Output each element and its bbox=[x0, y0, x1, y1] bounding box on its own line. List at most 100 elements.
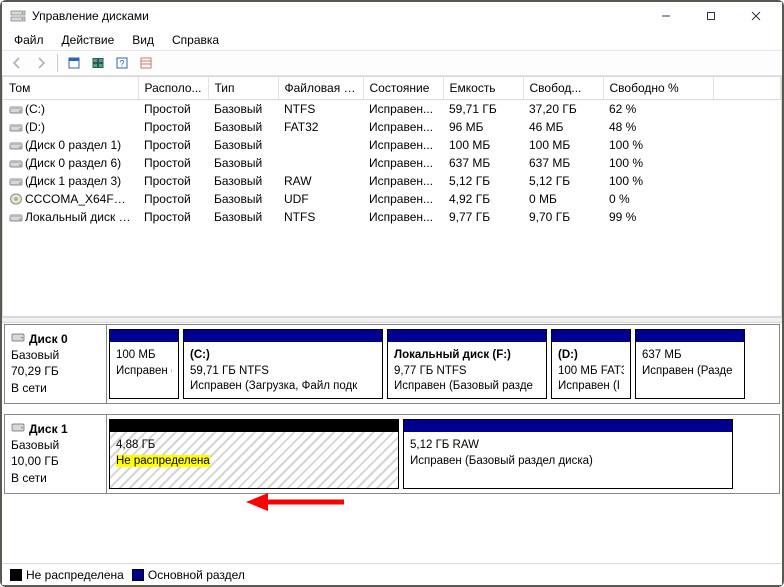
partition-primary[interactable]: 637 МБИсправен (Разде bbox=[635, 329, 745, 399]
cell-freepct: 100 % bbox=[603, 136, 713, 154]
maximize-button[interactable] bbox=[688, 3, 733, 29]
partition-stripe bbox=[110, 420, 398, 432]
partition-size: 5,12 ГБ RAW bbox=[410, 438, 726, 454]
splitter[interactable] bbox=[2, 317, 782, 323]
cell-type: Базовый bbox=[208, 118, 278, 136]
partition-size: 100 МБ bbox=[116, 348, 172, 364]
back-button[interactable] bbox=[6, 52, 28, 74]
cell-type: Базовый bbox=[208, 136, 278, 154]
disk-row: Диск 1Базовый10,00 ГБВ сети4,88 ГБНе рас… bbox=[4, 414, 780, 494]
cell-freepct: 0 % bbox=[603, 190, 713, 208]
volume-name: (Диск 0 раздел 1) bbox=[25, 138, 121, 152]
properties-button[interactable] bbox=[87, 52, 109, 74]
menu-file[interactable]: Файл bbox=[6, 31, 52, 49]
cell-type: Базовый bbox=[208, 190, 278, 208]
drive-icon bbox=[9, 121, 23, 133]
col-layout[interactable]: Располо... bbox=[138, 77, 208, 100]
cell-capacity: 96 МБ bbox=[443, 118, 523, 136]
disk-header[interactable]: Диск 0Базовый70,29 ГБВ сети bbox=[5, 325, 107, 403]
volume-name: (D:) bbox=[25, 120, 45, 134]
partition-stripe bbox=[404, 420, 732, 432]
table-row[interactable]: (Диск 1 раздел 3)ПростойБазовыйRAWИсправ… bbox=[3, 172, 781, 190]
partition-primary[interactable]: Локальный диск (F:)9,77 ГБ NTFSИсправен … bbox=[387, 329, 547, 399]
disk-icon bbox=[11, 331, 25, 347]
disk-name: Диск 1 bbox=[29, 421, 68, 437]
col-free[interactable]: Свобод... bbox=[523, 77, 603, 100]
partition-stripe bbox=[388, 330, 546, 342]
menu-help[interactable]: Справка bbox=[164, 31, 227, 49]
minimize-button[interactable] bbox=[643, 3, 688, 29]
col-spacer bbox=[713, 77, 781, 100]
cell-status: Исправен... bbox=[363, 172, 443, 190]
table-row[interactable]: (Диск 0 раздел 1)ПростойБазовыйИсправен.… bbox=[3, 136, 781, 154]
cell-status: Исправен... bbox=[363, 100, 443, 119]
menu-action[interactable]: Действие bbox=[54, 31, 123, 49]
refresh-button[interactable] bbox=[63, 52, 85, 74]
partition-status: Исправен (I bbox=[558, 380, 620, 392]
drive-icon bbox=[9, 103, 23, 115]
cell-status: Исправен... bbox=[363, 136, 443, 154]
cell-capacity: 637 МБ bbox=[443, 154, 523, 172]
table-row[interactable]: CCCOMA_X64FRE...ПростойБазовыйUDFИсправе… bbox=[3, 190, 781, 208]
table-header-row: Том Располо... Тип Файловая с... Состоян… bbox=[3, 77, 781, 100]
legend-primary: Основной раздел bbox=[132, 568, 245, 582]
partition-primary[interactable]: (C:)59,71 ГБ NTFSИсправен (Загрузка, Фай… bbox=[183, 329, 383, 399]
col-volume[interactable]: Том bbox=[3, 77, 138, 100]
window-controls bbox=[643, 3, 778, 29]
cell-capacity: 59,71 ГБ bbox=[443, 100, 523, 119]
partition-status: Исправен (Загрузка, Файл подк bbox=[190, 380, 357, 392]
partition-stripe bbox=[184, 330, 382, 342]
separator bbox=[57, 54, 58, 72]
partition-primary[interactable]: (D:)100 МБ FAT3Исправен (I bbox=[551, 329, 631, 399]
cell-status: Исправен... bbox=[363, 118, 443, 136]
menu-view[interactable]: Вид bbox=[124, 31, 162, 49]
cell-status: Исправен... bbox=[363, 190, 443, 208]
disks-area: Диск 0Базовый70,29 ГБВ сети100 МБИсправе… bbox=[2, 324, 782, 494]
disk-partitions: 4,88 ГБНе распределена5,12 ГБ RAWИсправе… bbox=[107, 415, 779, 493]
table-row[interactable]: Локальный диск (...ПростойБазовыйNTFSИсп… bbox=[3, 208, 781, 226]
cell-type: Базовый bbox=[208, 208, 278, 226]
cell-fs: NTFS bbox=[278, 208, 363, 226]
disk-state: В сети bbox=[11, 380, 100, 396]
partition-primary[interactable]: 5,12 ГБ RAWИсправен (Базовый раздел диск… bbox=[403, 419, 733, 489]
cell-freepct: 99 % bbox=[603, 208, 713, 226]
cell-free: 637 МБ bbox=[523, 154, 603, 172]
table-empty-area[interactable] bbox=[3, 226, 781, 316]
forward-button[interactable] bbox=[30, 52, 52, 74]
partition-unallocated[interactable]: 4,88 ГБНе распределена bbox=[109, 419, 399, 489]
cell-capacity: 4,92 ГБ bbox=[443, 190, 523, 208]
partition-primary[interactable]: 100 МБИсправен (I bbox=[109, 329, 179, 399]
partition-size: 9,77 ГБ NTFS bbox=[394, 364, 540, 380]
cell-free: 37,20 ГБ bbox=[523, 100, 603, 119]
drive-icon bbox=[9, 211, 23, 223]
partition-status: Исправен (Базовый раздел диска) bbox=[410, 455, 593, 467]
legend: Не распределена Основной раздел bbox=[2, 563, 782, 585]
col-capacity[interactable]: Емкость bbox=[443, 77, 523, 100]
col-type[interactable]: Тип bbox=[208, 77, 278, 100]
cell-capacity: 100 МБ bbox=[443, 136, 523, 154]
disk-size: 70,29 ГБ bbox=[11, 363, 100, 379]
list-button[interactable] bbox=[135, 52, 157, 74]
disk-name: Диск 0 bbox=[29, 331, 68, 347]
cell-layout: Простой bbox=[138, 208, 208, 226]
partition-title: (D:) bbox=[558, 348, 624, 364]
help-button[interactable]: ? bbox=[111, 52, 133, 74]
drive-icon bbox=[9, 175, 23, 187]
close-button[interactable] bbox=[733, 3, 778, 29]
table-row[interactable]: (C:)ПростойБазовыйNTFSИсправен...59,71 Г… bbox=[3, 100, 781, 119]
cell-freepct: 100 % bbox=[603, 172, 713, 190]
col-freepct[interactable]: Свободно % bbox=[603, 77, 713, 100]
partition-size: 4,88 ГБ bbox=[116, 438, 392, 454]
titlebar: Управление дисками bbox=[2, 2, 782, 30]
table-row[interactable]: (Диск 0 раздел 6)ПростойБазовыйИсправен.… bbox=[3, 154, 781, 172]
cell-layout: Простой bbox=[138, 172, 208, 190]
cell-free: 5,12 ГБ bbox=[523, 172, 603, 190]
partition-status: Исправен (I bbox=[116, 365, 172, 377]
col-status[interactable]: Состояние bbox=[363, 77, 443, 100]
table-row[interactable]: (D:)ПростойБазовыйFAT32Исправен...96 МБ4… bbox=[3, 118, 781, 136]
col-fs[interactable]: Файловая с... bbox=[278, 77, 363, 100]
partition-status: Не распределена bbox=[116, 455, 210, 467]
partition-stripe bbox=[552, 330, 630, 342]
disk-header[interactable]: Диск 1Базовый10,00 ГБВ сети bbox=[5, 415, 107, 493]
cell-fs bbox=[278, 154, 363, 172]
